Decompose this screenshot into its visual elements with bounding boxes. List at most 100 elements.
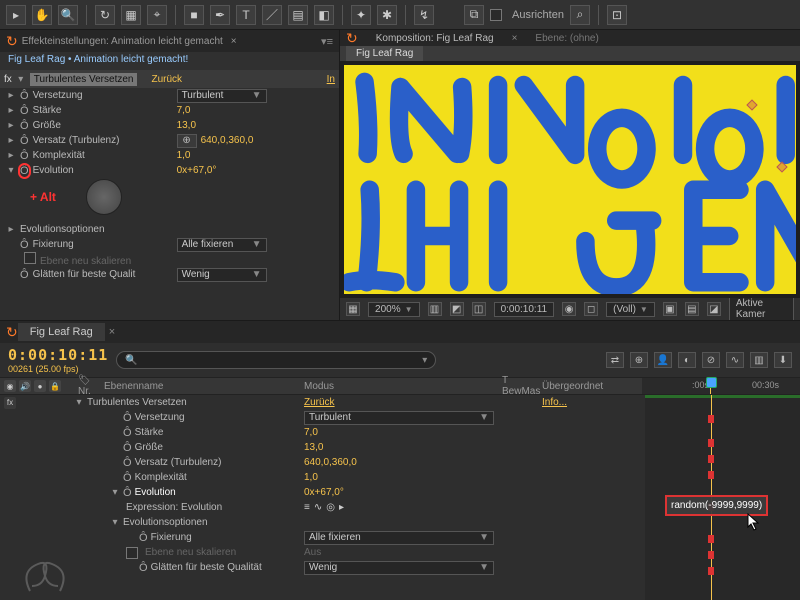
layer-info[interactable]: Info... [542, 397, 567, 408]
camera-dropdown[interactable]: Aktive Kamer [729, 296, 794, 322]
resolution-dropdown[interactable]: (Voll)▼ [606, 302, 655, 317]
prop-value-dropdown[interactable]: Alle fixieren▼ [177, 238, 267, 252]
twirl-icon[interactable]: ▾ [110, 517, 120, 528]
prop-value[interactable]: 13,0 [304, 442, 323, 453]
effect-name[interactable]: Turbulentes Versetzen [30, 73, 138, 86]
mask-icon[interactable]: ◫ [472, 302, 486, 316]
time-ruler[interactable]: :00s 00:30s [642, 378, 800, 394]
grid-toggle-icon[interactable]: ▦ [346, 302, 360, 316]
view1-icon[interactable]: ▣ [663, 302, 677, 316]
stopwatch-icon[interactable]: Ô [20, 150, 29, 162]
twirl-icon[interactable]: ▸ [6, 135, 16, 146]
twirl-icon[interactable]: ▸ [6, 120, 16, 131]
twirl-icon[interactable]: ▸ [6, 150, 16, 161]
tl-opt4-icon[interactable]: ▥ [750, 352, 768, 368]
tab1-close-icon[interactable]: × [512, 33, 518, 44]
prop-value-dropdown[interactable]: Turbulent▼ [304, 411, 494, 425]
twirl-icon[interactable]: ▸ [6, 224, 16, 235]
composition-viewer[interactable] [340, 61, 800, 298]
camera-tool-icon[interactable]: ▦ [121, 5, 141, 25]
stopwatch-icon[interactable]: Ô [20, 105, 29, 117]
stopwatch-icon[interactable]: Ô [123, 412, 132, 424]
align-checkbox[interactable] [490, 9, 502, 21]
lock-col-icon[interactable]: 🔒 [49, 380, 61, 392]
pen-tool-icon[interactable]: ✒ [210, 5, 230, 25]
stopwatch-icon[interactable]: Ô [123, 457, 132, 469]
stopwatch-icon[interactable]: Ô [20, 269, 29, 281]
prop-value[interactable]: 0x+67,0° [177, 165, 217, 176]
puppet-tool-icon[interactable]: ✱ [377, 5, 397, 25]
hand-tool-icon[interactable]: ✋ [32, 5, 52, 25]
solo-col-icon[interactable]: ● [34, 380, 46, 392]
anchor-tool-icon[interactable]: ↯ [414, 5, 434, 25]
footer-timecode[interactable]: 0:00:10:11 [494, 302, 555, 317]
expr-lang-icon[interactable]: ▸ [339, 502, 344, 513]
stopwatch-icon[interactable]: Ô [123, 487, 132, 499]
snap-icon[interactable]: ⊡ [607, 5, 627, 25]
twirl-icon[interactable]: ▾ [16, 74, 26, 85]
roto-tool-icon[interactable]: ✦ [351, 5, 371, 25]
eraser-tool-icon[interactable]: ◧ [314, 5, 334, 25]
stopwatch-icon[interactable]: Ô [20, 120, 29, 132]
tl-opt5-icon[interactable]: ⬇ [774, 352, 792, 368]
prop-value-dropdown[interactable]: Turbulent▼ [177, 89, 267, 103]
twirl-icon[interactable]: ▸ [6, 90, 16, 101]
prop-value-dropdown[interactable]: Wenig▼ [177, 268, 267, 282]
effect-info[interactable]: In [327, 74, 335, 85]
tl-shy-icon[interactable]: 👤 [654, 352, 672, 368]
comp-active-tab[interactable]: Fig Leaf Rag [346, 46, 423, 61]
res-half-icon[interactable]: ▥ [428, 302, 442, 316]
region-icon[interactable]: ◻ [584, 302, 598, 316]
prop-value[interactable]: 1,0 [304, 472, 318, 483]
expr-pick-icon[interactable]: ◎ [326, 502, 335, 513]
stopwatch-icon[interactable]: Ô [123, 442, 132, 454]
tab-close-icon[interactable]: × [231, 36, 237, 47]
channel-icon[interactable]: ◩ [450, 302, 464, 316]
view2-icon[interactable]: ▤ [685, 302, 699, 316]
stopwatch-icon[interactable]: Ô [123, 472, 132, 484]
timeline-tab[interactable]: Fig Leaf Rag [18, 323, 105, 341]
tl-opt2-icon[interactable]: ⊕ [630, 352, 648, 368]
comp-tab-2[interactable]: Ebene: (ohne) [535, 33, 598, 44]
comp-canvas[interactable] [344, 65, 796, 294]
timeline-search[interactable]: 🔍▾ [116, 351, 436, 369]
prop-value[interactable]: 7,0 [304, 427, 318, 438]
stopwatch-icon[interactable]: Ô [123, 427, 132, 439]
current-time-indicator[interactable] [710, 378, 711, 394]
twirl-icon[interactable]: ▾ [6, 165, 16, 176]
tl-mb-icon[interactable]: ⊘ [702, 352, 720, 368]
panel-cycle-icon[interactable]: ↻ [6, 34, 18, 48]
layer-name[interactable]: Turbulentes Versetzen [87, 397, 187, 408]
stopwatch-icon[interactable]: Ô [20, 165, 29, 177]
snapshot-icon[interactable]: ◉ [562, 302, 576, 316]
prop-value[interactable]: 640,0,360,0 [304, 457, 357, 468]
zoom-dropdown[interactable]: 200%▼ [368, 302, 420, 317]
tl-tab-close-icon[interactable]: × [109, 326, 115, 338]
stamp-tool-icon[interactable]: ▤ [288, 5, 308, 25]
rotate-tool-icon[interactable]: ↻ [95, 5, 115, 25]
stopwatch-icon[interactable]: Ô [139, 532, 148, 544]
stopwatch-icon[interactable]: Ô [20, 239, 29, 251]
comp-tab-1[interactable]: Komposition: Fig Leaf Rag [376, 33, 494, 44]
tl-graph-icon[interactable]: ∿ [726, 352, 744, 368]
current-timecode[interactable]: 0:00:10:11 [8, 346, 108, 364]
prop-value-dropdown[interactable]: Alle fixieren▼ [304, 531, 494, 545]
stopwatch-icon[interactable]: Ô [20, 90, 29, 102]
prop-value[interactable]: 13,0 [177, 120, 196, 131]
pan-behind-tool-icon[interactable]: ⌖ [147, 5, 167, 25]
tl-opt1-icon[interactable]: ⇄ [606, 352, 624, 368]
angle-knob[interactable] [86, 179, 122, 215]
expr-graph-icon[interactable]: ∿ [314, 502, 322, 513]
zoom-tool-icon[interactable]: 🔍 [58, 5, 78, 25]
expr-enable-icon[interactable]: ≡ [304, 502, 310, 513]
options-icon[interactable]: ⧉ [464, 5, 484, 25]
layer-reset[interactable]: Zurück [304, 397, 335, 408]
tl-cycle-icon[interactable]: ↻ [6, 325, 18, 339]
twirl-icon[interactable]: ▸ [6, 105, 16, 116]
effect-reset[interactable]: Zurück [151, 74, 182, 85]
brush-tool-icon[interactable]: ／ [262, 5, 282, 25]
prop-value[interactable]: 7,0 [177, 105, 191, 116]
search-icon[interactable]: ⌕ [570, 5, 590, 25]
audio-col-icon[interactable]: 🔊 [19, 380, 31, 392]
comp-cycle-icon[interactable]: ↻ [346, 31, 358, 45]
